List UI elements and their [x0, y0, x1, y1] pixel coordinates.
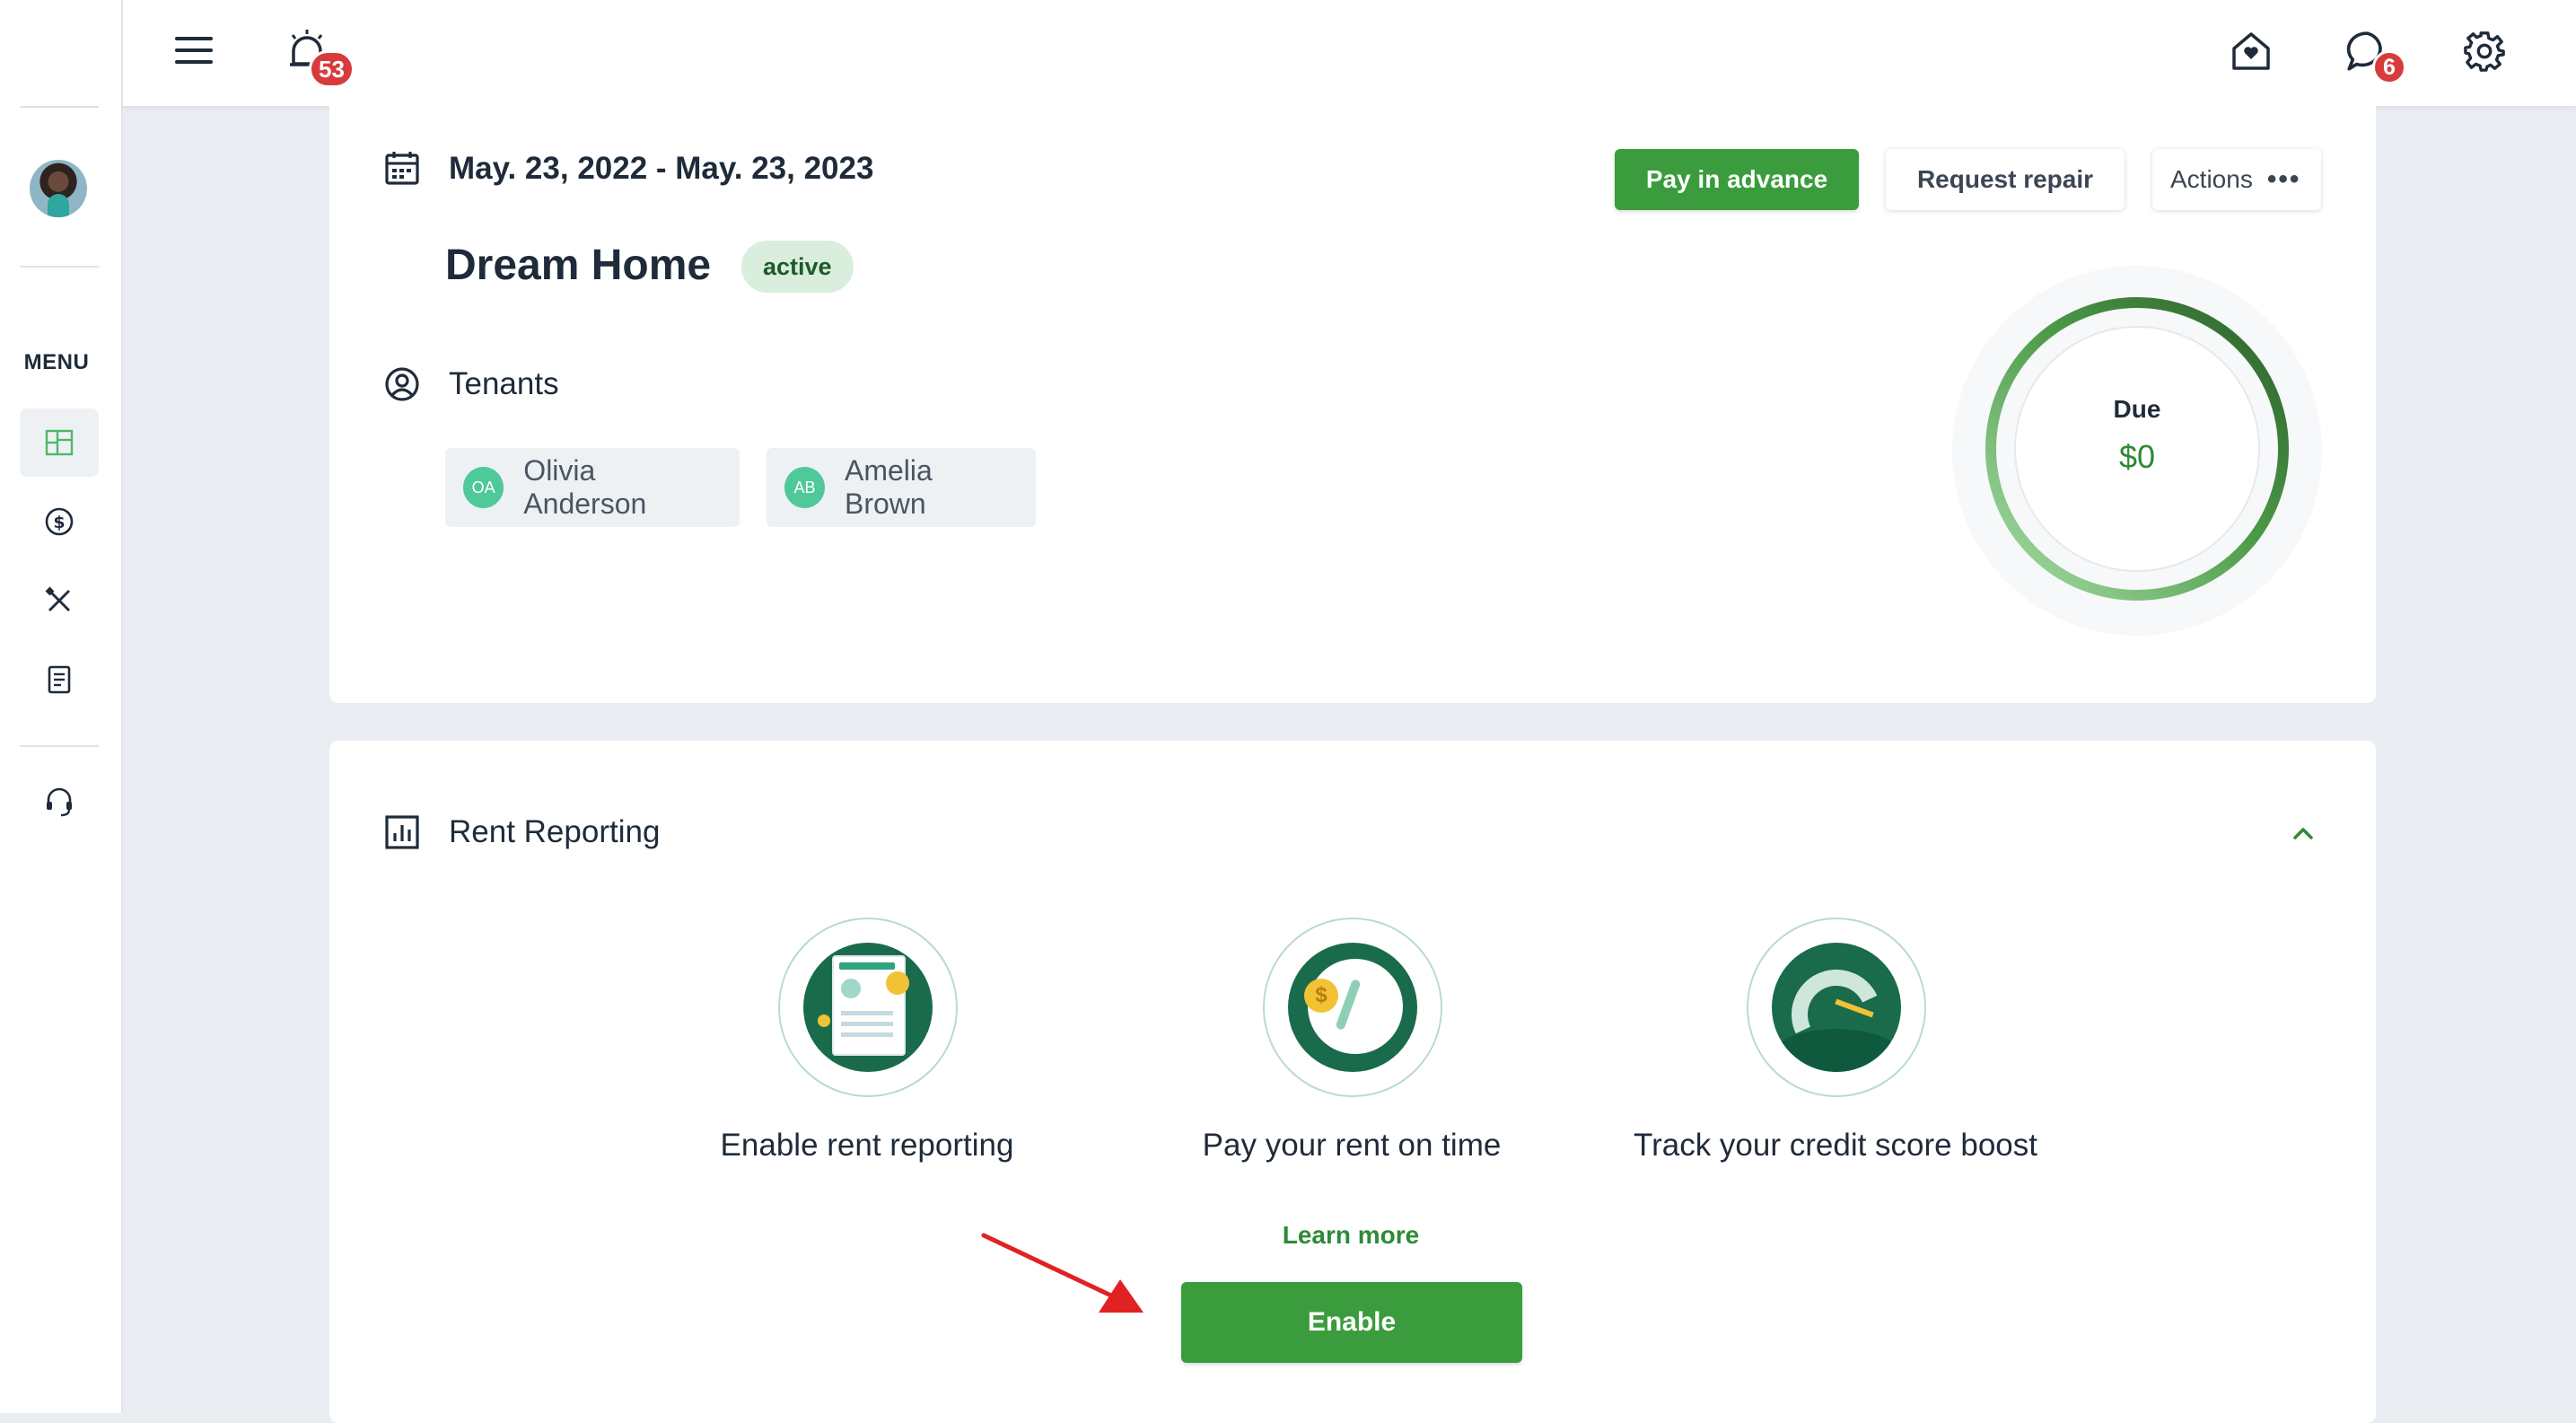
- sidebar-item-support[interactable]: [20, 768, 99, 836]
- pay-on-time-illustration: $: [1263, 918, 1442, 1097]
- tenant-name: Amelia Brown: [844, 454, 933, 520]
- actions-label: Actions: [2170, 165, 2253, 193]
- red-arrow-annotation: [981, 1233, 1143, 1313]
- bar-chart-icon: [385, 815, 419, 849]
- sidebar-divider: [20, 266, 99, 268]
- feature-title: Pay your rent on time: [1202, 1128, 1502, 1163]
- more-dots-icon: •••: [2266, 164, 2301, 194]
- tenant-name: Olivia Anderson: [523, 454, 647, 520]
- top-bar: 53 6: [123, 0, 2576, 108]
- lease-date-range: May. 23, 2022 - May. 23, 2023: [449, 151, 874, 186]
- sidebar-item-documents[interactable]: [20, 646, 99, 714]
- messages-button[interactable]: 6: [2340, 23, 2406, 84]
- home-button[interactable]: [2223, 23, 2279, 79]
- due-label: Due: [2113, 395, 2161, 423]
- tenant-initials: OA: [463, 467, 504, 508]
- alerts-button[interactable]: 53: [280, 23, 355, 88]
- tenant-chip[interactable]: AB Amelia Brown: [767, 448, 1036, 527]
- feature-title: Enable rent reporting: [720, 1128, 1014, 1163]
- request-repair-button[interactable]: Request repair: [1886, 149, 2125, 210]
- user-circle-icon: [385, 367, 419, 401]
- avatar[interactable]: [30, 160, 87, 217]
- settings-button[interactable]: [2457, 23, 2512, 79]
- rent-reporting-title: Rent Reporting: [449, 814, 661, 849]
- credit-score-illustration: [1747, 918, 1926, 1097]
- headset-icon: [47, 787, 72, 817]
- tenants-label: Tenants: [449, 366, 559, 401]
- sidebar: MENU $: [0, 0, 123, 1413]
- dollar-circle-icon: $: [45, 507, 74, 536]
- dashboard-icon: [45, 429, 74, 456]
- enable-button[interactable]: Enable: [1181, 1282, 1522, 1363]
- alerts-count-badge: 53: [309, 50, 355, 88]
- sidebar-item-payments[interactable]: $: [20, 488, 99, 556]
- hamburger-menu-button[interactable]: [166, 22, 222, 78]
- chevron-up-icon: [2293, 828, 2313, 839]
- status-badge: active: [741, 241, 854, 293]
- sidebar-item-maintenance[interactable]: [20, 567, 99, 635]
- home-heart-icon: [2232, 32, 2270, 70]
- collapse-button[interactable]: [2287, 817, 2319, 849]
- tools-icon: [45, 586, 70, 611]
- calendar-icon: [385, 152, 419, 185]
- sidebar-divider: [20, 106, 99, 108]
- menu-label: MENU: [23, 350, 90, 374]
- pay-in-advance-button[interactable]: Pay in advance: [1615, 149, 1859, 210]
- feature-title: Track your credit score boost: [1634, 1128, 2037, 1163]
- svg-text:$: $: [53, 513, 65, 532]
- sidebar-divider: [20, 745, 99, 747]
- property-title: Dream Home: [445, 242, 712, 289]
- gear-icon: [2464, 31, 2505, 72]
- learn-more-link[interactable]: Learn more: [1261, 1221, 1441, 1250]
- messages-count-badge: 6: [2372, 50, 2406, 84]
- due-amount: $0: [2118, 438, 2156, 475]
- tenant-initials: AB: [784, 467, 825, 508]
- document-icon: [48, 665, 71, 694]
- tenant-chip[interactable]: OA Olivia Anderson: [445, 448, 740, 527]
- actions-button[interactable]: Actions •••: [2152, 149, 2321, 210]
- sidebar-item-dashboard[interactable]: [20, 408, 99, 477]
- hamburger-icon: [175, 37, 213, 64]
- enable-reporting-illustration: [778, 918, 958, 1097]
